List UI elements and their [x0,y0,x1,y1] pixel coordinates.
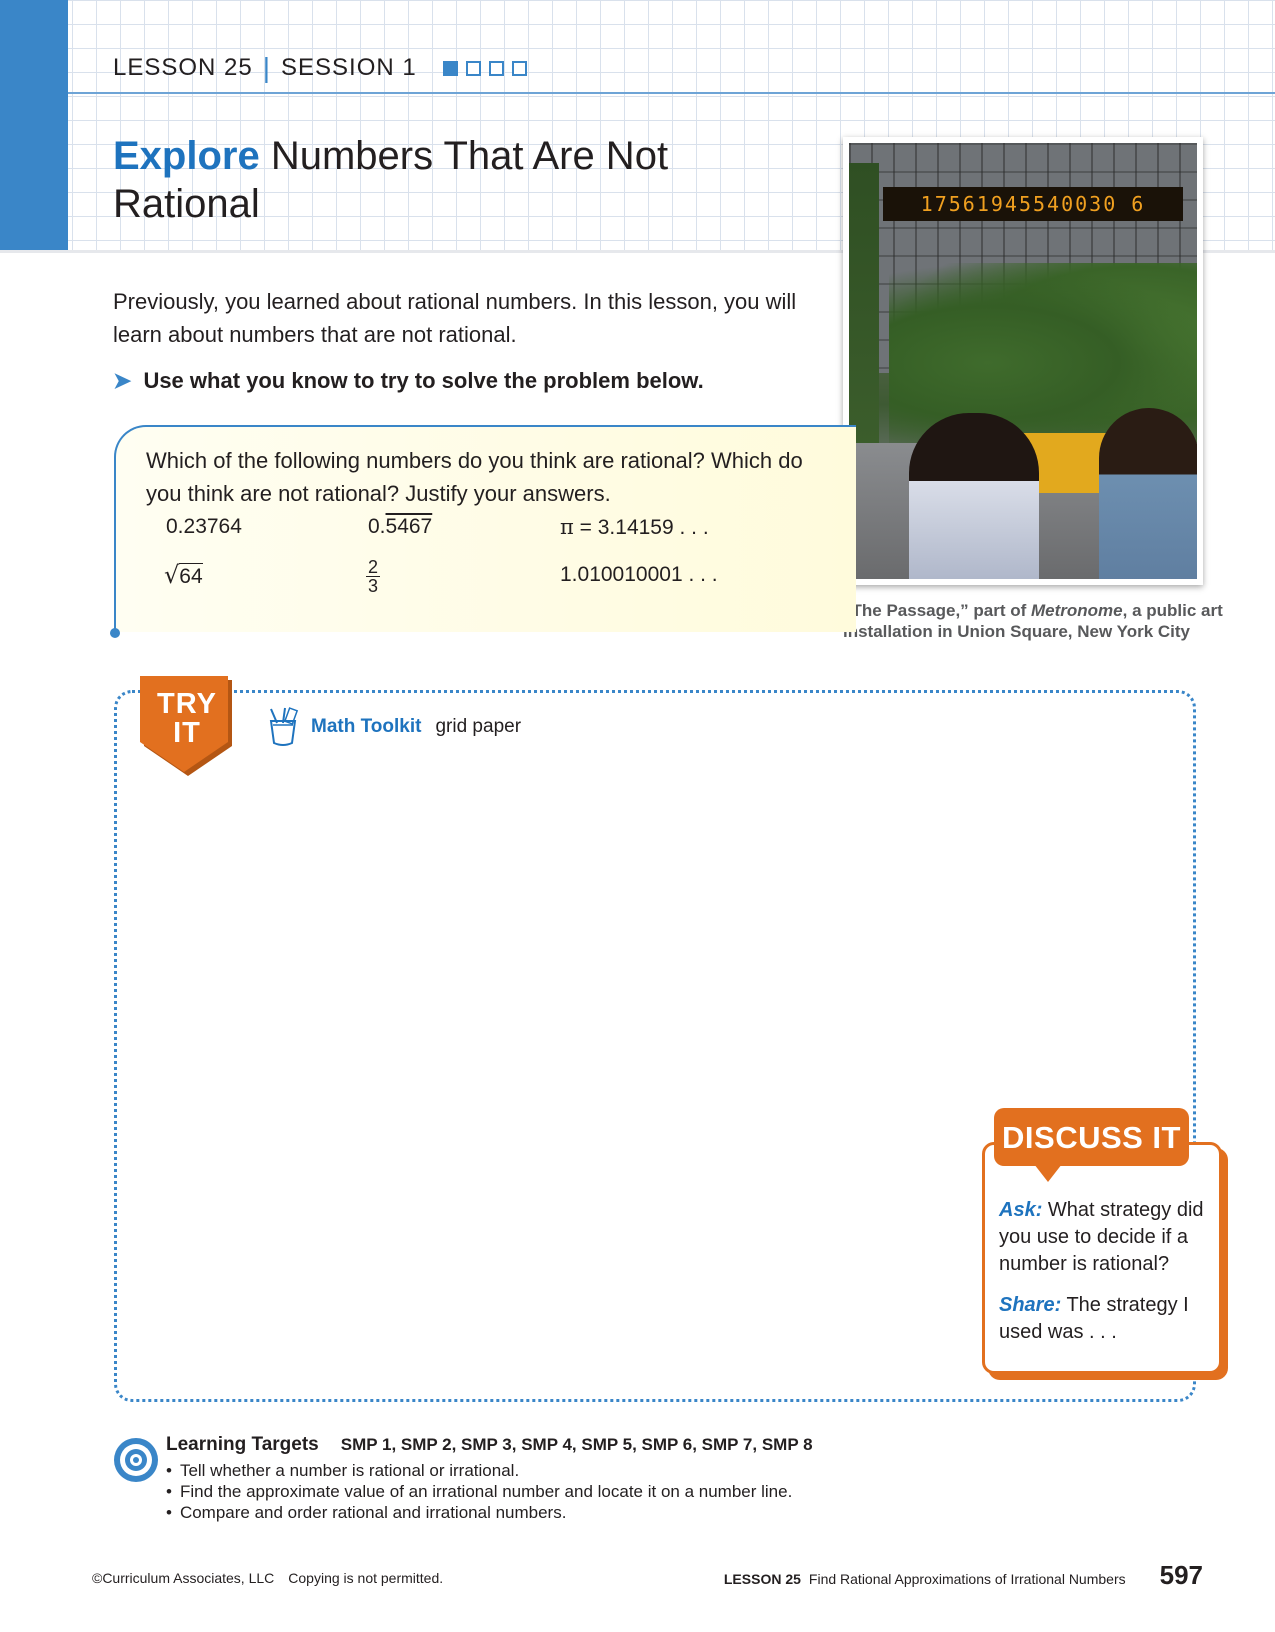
try-it-label-line1: TRY [157,688,217,720]
pi-value: = 3.14159 . . . [573,516,709,539]
fraction-denominator: 3 [368,576,379,596]
directive-text: Use what you know to try to solve the pr… [143,368,704,393]
learning-targets-list: Tell whether a number is rational or irr… [166,1460,792,1523]
intro-paragraph: Previously, you learned about rational n… [113,289,797,347]
page-title: Explore Numbers That Are Not Rational [113,132,713,228]
header-rule [68,92,1275,94]
share-lead: Share: [999,1294,1062,1316]
footer-lesson-tag: LESSON 25 [723,1571,801,1587]
metronome-photo-frame: 17561945540030 6 [843,137,1203,585]
arrow-icon: ➤ [113,368,132,393]
directive: ➤ Use what you know to try to solve the … [113,368,704,394]
session-progress-square [465,60,481,76]
session-label: SESSION 1 [281,54,417,81]
discuss-ask: Ask: What strategy did you use to decide… [999,1197,1214,1278]
learning-target-item: Find the approximate value of an irratio… [166,1481,792,1502]
learning-targets-title: Learning Targets [166,1434,319,1455]
math-toolkit: Math Toolkit grid paper [265,707,521,747]
photo-tree-left [849,163,879,463]
speech-bubble-tail [1034,1164,1062,1182]
number-square-root: √64 [164,561,203,589]
session-progress-square [442,60,458,76]
discuss-it-card: Ask: What strategy did you use to decide… [982,1142,1222,1374]
ask-lead: Ask: [999,1199,1043,1221]
discuss-title: DISCUSS IT [1002,1120,1181,1155]
metronome-photo: 17561945540030 6 [849,143,1197,579]
lesson-label: LESSON 25 [113,54,253,81]
number-fraction: 2 3 [366,555,381,596]
session-progress-square [488,60,504,76]
session-progress-square [511,60,527,76]
photo-digital-display: 17561945540030 6 [883,187,1183,221]
target-icon [114,1438,158,1482]
discuss-body: Ask: What strategy did you use to decide… [999,1197,1214,1360]
radical-icon: √ [164,561,180,589]
caption-text: “The Passage,” part of [843,601,1031,620]
footer-copyright: ©Curriculum Associates, LLC Copying is no… [92,1570,443,1586]
photo-caption: “The Passage,” part of Metronome, a publ… [843,600,1223,642]
title-explore: Explore [113,134,260,178]
discuss-share: Share: The strategy I used was . . . [999,1292,1214,1346]
pi-symbol: π [560,515,574,539]
problem-box: Which of the following numbers do you th… [110,425,856,638]
problem-box-dot [110,628,120,638]
try-it-label-line2: IT [173,717,201,749]
page-number: 597 [1159,1560,1203,1590]
try-it-badge: TRY IT [140,676,234,778]
radicand: 64 [179,563,203,588]
learning-targets-heading: Learning Targets SMP 1, SMP 2, SMP 3, SM… [166,1434,813,1456]
photo-person [1099,408,1197,579]
fraction-numerator: 2 [366,557,381,577]
discuss-it-tab: DISCUSS IT [994,1108,1189,1182]
number-repeating-decimal: 0.5467 [368,515,432,539]
problem-question: Which of the following numbers do you th… [146,448,803,506]
toolkit-item: grid paper [435,716,522,737]
footer-lesson-title: Find Rational Approximations of Irration… [808,1571,1126,1587]
toolkit-label: Math Toolkit [311,716,422,737]
photo-person [909,413,1039,579]
fraction: 2 3 [366,557,381,596]
copy-notice: Copying is not permitted. [288,1570,444,1586]
try-it-label: TRY IT [140,690,234,748]
repeating-decimal-repetend: 5467 [385,515,433,538]
lesson-session-header: LESSON 25 | SESSION 1 [113,52,527,84]
copyright-text: ©Curriculum Associates, LLC [92,1570,275,1586]
toolkit-cup-icon [269,707,299,746]
caption-italic: Metronome [1031,601,1123,620]
learning-target-item: Tell whether a number is rational or irr… [166,1460,792,1481]
smp-list: SMP 1, SMP 2, SMP 3, SMP 4, SMP 5, SMP 6… [340,1435,813,1454]
header-separator: | [262,52,272,83]
number-nonrepeating-decimal: 1.010010001 . . . [560,563,718,586]
number-decimal: 0.23764 [166,515,242,538]
header-blue-bar [0,0,68,250]
footer-lesson-info: LESSON 25 Find Rational Approximations o… [724,1560,1203,1591]
number-pi: π = 3.14159 . . . [560,515,709,540]
learning-target-item: Compare and order rational and irrationa… [166,1502,792,1523]
repeating-decimal-whole: 0. [368,515,386,538]
session-progress [442,60,527,76]
